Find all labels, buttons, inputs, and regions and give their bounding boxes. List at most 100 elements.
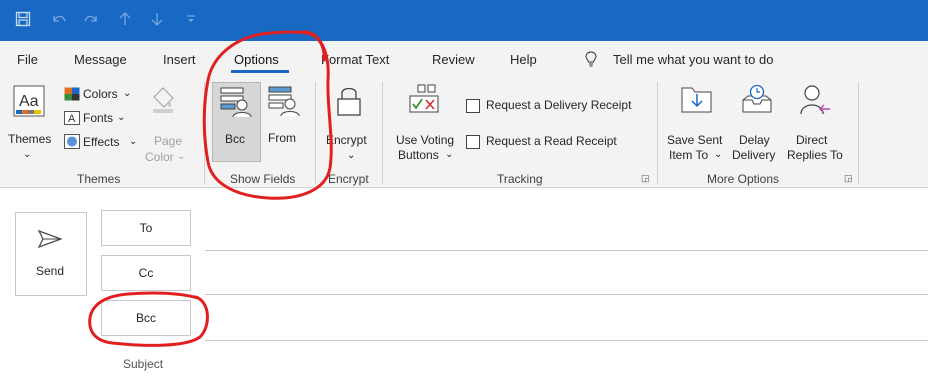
chevron-down-icon: ⌄	[123, 88, 132, 99]
bcc-button[interactable]: Bcc	[212, 82, 261, 162]
chevron-down-icon: ⌄	[347, 150, 356, 161]
delivery-receipt-checkbox[interactable]: Request a Delivery Receipt	[466, 97, 646, 115]
send-button[interactable]: Send	[15, 212, 87, 296]
cc-button[interactable]: Cc	[101, 255, 191, 291]
svg-text:A: A	[68, 113, 76, 125]
bcc-field-line	[205, 340, 928, 341]
dialog-launcher-icon[interactable]: ◲	[844, 173, 853, 184]
voting-icon	[408, 84, 440, 116]
page-color-button[interactable]: Page Color ⌄	[142, 83, 186, 164]
active-tab-indicator	[231, 70, 289, 73]
voting-line2: Buttons	[398, 148, 439, 162]
tab-message[interactable]: Message	[74, 52, 127, 67]
checkbox-box[interactable]	[466, 99, 480, 113]
tab-file[interactable]: File	[17, 52, 38, 67]
from-field-icon	[268, 85, 300, 117]
group-label-more-options: More Options	[707, 172, 780, 186]
bcc-field-button[interactable]: Bcc	[101, 300, 191, 336]
encrypt-label: Encrypt	[326, 133, 367, 147]
paint-bucket-icon	[150, 85, 176, 115]
bcc-input[interactable]	[205, 301, 928, 338]
encrypt-button[interactable]: Encrypt ⌄	[322, 82, 378, 162]
themes-button[interactable]: Aa Themes ⌄	[6, 83, 52, 161]
tab-review[interactable]: Review	[432, 52, 475, 67]
tell-me-search[interactable]: Tell me what you want to do	[613, 52, 773, 67]
chevron-down-icon: ⌄	[714, 149, 723, 160]
delay-line1: Delay	[739, 133, 770, 147]
group-separator	[204, 82, 205, 184]
effects-icon	[64, 134, 80, 149]
tab-insert[interactable]: Insert	[163, 52, 196, 67]
effects-dropdown[interactable]: Effects ⌄	[62, 133, 140, 153]
up-arrow-icon[interactable]	[114, 8, 136, 30]
delay-delivery-button[interactable]: Delay Delivery	[730, 82, 786, 162]
bcc-label: Bcc	[225, 132, 246, 146]
svg-text:Aa: Aa	[19, 93, 39, 110]
from-label: From	[268, 131, 296, 145]
themes-icon: Aa	[13, 85, 45, 117]
checkbox-box[interactable]	[466, 135, 480, 149]
group-label-tracking: Tracking	[497, 172, 543, 186]
bcc-field-label: Bcc	[135, 311, 156, 325]
direct-line1: Direct	[796, 133, 828, 147]
dialog-launcher-icon[interactable]: ◲	[641, 173, 650, 184]
page-label: Page	[154, 134, 183, 148]
down-arrow-icon[interactable]	[146, 8, 168, 30]
save-sent-line2: Item To	[669, 148, 709, 162]
subject-label: Subject	[123, 357, 164, 371]
from-button[interactable]: From	[262, 82, 308, 160]
use-voting-buttons[interactable]: Use Voting Buttons ⌄	[390, 82, 462, 162]
send-label: Send	[36, 264, 65, 278]
group-separator	[657, 82, 658, 184]
customize-icon[interactable]	[180, 8, 202, 30]
read-receipt-checkbox[interactable]: Request a Read Receipt	[466, 133, 646, 151]
group-label-encrypt: Encrypt	[328, 172, 369, 186]
tab-format-text[interactable]: Format Text	[321, 52, 389, 67]
colors-label: Colors	[83, 87, 118, 101]
fonts-dropdown[interactable]: A Fonts ⌄	[62, 109, 140, 129]
group-separator	[315, 82, 316, 184]
to-label: To	[139, 221, 153, 235]
colors-dropdown[interactable]: Colors ⌄	[62, 85, 140, 105]
save-icon[interactable]	[12, 8, 34, 30]
cc-input[interactable]	[205, 256, 928, 292]
effects-label: Effects	[83, 135, 120, 149]
lightbulb-icon	[585, 51, 597, 67]
read-receipt-label: Request a Read Receipt	[486, 134, 617, 148]
cc-label: Cc	[138, 266, 154, 280]
voting-line1: Use Voting	[396, 133, 455, 147]
ribbon-tabs: File Message Insert Options Format Text …	[0, 41, 928, 75]
bcc-field-icon	[220, 86, 252, 118]
fonts-icon: A	[64, 111, 80, 125]
undo-icon[interactable]	[48, 8, 70, 30]
outbox-clock-icon	[741, 84, 773, 114]
title-bar	[0, 0, 928, 41]
chevron-down-icon: ⌄	[177, 151, 186, 162]
direct-line2: Replies To	[787, 148, 843, 162]
send-icon	[38, 230, 62, 248]
save-sent-item-button[interactable]: Save Sent Item To ⌄	[664, 82, 734, 162]
fonts-label: Fonts	[83, 111, 114, 125]
group-separator	[858, 82, 859, 184]
folder-arrow-icon	[681, 84, 713, 114]
chevron-down-icon: ⌄	[445, 149, 454, 160]
delay-line2: Delivery	[732, 148, 776, 162]
chevron-down-icon: ⌄	[23, 149, 32, 160]
subject-input[interactable]	[205, 350, 928, 380]
tab-help[interactable]: Help	[510, 52, 537, 67]
color-label: Color	[145, 150, 174, 164]
tab-options[interactable]: Options	[234, 52, 279, 67]
themes-label: Themes	[8, 132, 52, 146]
redo-icon[interactable]	[80, 8, 102, 30]
lock-icon	[336, 85, 362, 117]
direct-replies-button[interactable]: Direct Replies To	[784, 82, 848, 162]
colors-icon	[64, 87, 80, 101]
to-button[interactable]: To	[101, 210, 191, 246]
person-reply-icon	[799, 84, 831, 116]
chevron-down-icon: ⌄	[129, 136, 138, 147]
to-field-line	[205, 250, 928, 251]
to-input[interactable]	[205, 212, 928, 248]
group-separator	[382, 82, 383, 184]
chevron-down-icon: ⌄	[117, 112, 126, 123]
group-label-themes: Themes	[77, 172, 121, 186]
